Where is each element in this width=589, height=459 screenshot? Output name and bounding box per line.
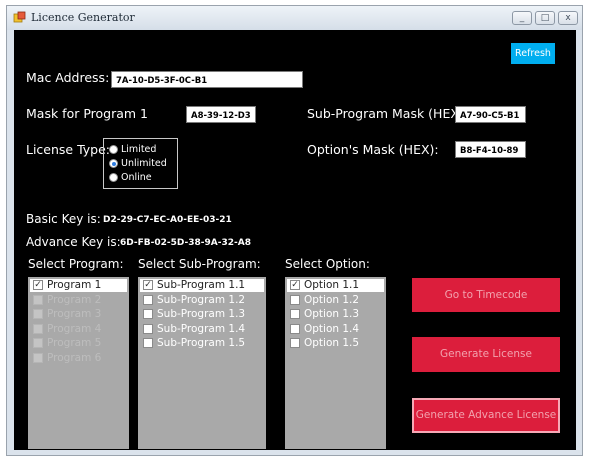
generate-advance-license-button[interactable]: Generate Advance License	[412, 398, 560, 433]
sub-program-list[interactable]: ✓ Sub-Program 1.1 Sub-Program 1.2 Sub-Pr…	[138, 277, 266, 449]
app-icon	[13, 11, 26, 23]
sub-program-mask-field[interactable]: A7-90-C5-B1	[455, 106, 526, 123]
option-item-label: Option 1.4	[304, 323, 360, 335]
sub-program-mask-label: Sub-Program Mask (HEX):	[307, 106, 469, 121]
program-list[interactable]: ✓ Program 1 Program 2 Program 3 Program …	[28, 277, 129, 449]
checkbox	[33, 338, 43, 348]
checkbox[interactable]	[143, 295, 153, 305]
basic-key-label: Basic Key is:	[26, 212, 101, 226]
checkbox-checked[interactable]: ✓	[143, 280, 153, 290]
sub-program-item[interactable]: Sub-Program 1.4	[140, 323, 264, 336]
generate-license-button[interactable]: Generate License	[412, 337, 560, 372]
select-option-label: Select Option:	[285, 257, 370, 271]
options-mask-label: Option's Mask (HEX):	[307, 142, 439, 157]
option-item[interactable]: Option 1.5	[287, 337, 384, 350]
advance-key-value: 6D-FB-02-5D-38-9A-32-A8	[120, 238, 251, 248]
sub-program-item-label: Sub-Program 1.3	[157, 308, 246, 320]
select-sub-program-label: Select Sub-Program:	[138, 257, 261, 271]
options-mask-field[interactable]: B8-F4-10-89	[455, 141, 526, 158]
radio-label: Online	[121, 172, 152, 183]
option-item-label: Option 1.5	[304, 337, 360, 349]
radio-label: Unlimited	[121, 158, 167, 169]
advance-key-label: Advance Key is:	[26, 235, 121, 249]
checkbox	[33, 295, 43, 305]
option-item[interactable]: Option 1.2	[287, 294, 384, 307]
program-item-label: Program 6	[47, 352, 102, 364]
option-item[interactable]: Option 1.4	[287, 323, 384, 336]
checkbox[interactable]	[290, 338, 300, 348]
mask-program-label: Mask for Program 1	[26, 106, 148, 121]
radio-button-selected[interactable]	[109, 159, 118, 168]
sub-program-item[interactable]: ✓ Sub-Program 1.1	[140, 279, 264, 292]
program-item: Program 3	[30, 308, 127, 321]
program-item: Program 5	[30, 337, 127, 350]
checkbox	[33, 353, 43, 363]
option-item-label: Option 1.1	[304, 279, 360, 291]
checkbox-checked[interactable]: ✓	[290, 280, 300, 290]
license-type-radio-group: Limited Unlimited Online	[103, 138, 178, 189]
option-list[interactable]: ✓ Option 1.1 Option 1.2 Option 1.3 Optio…	[285, 277, 386, 449]
mac-address-field[interactable]: 7A-10-D5-3F-0C-B1	[111, 71, 303, 88]
sub-program-item-label: Sub-Program 1.5	[157, 337, 246, 349]
checkbox[interactable]	[290, 295, 300, 305]
program-item: Program 4	[30, 323, 127, 336]
window-title: Licence Generator	[31, 11, 135, 24]
close-button[interactable]: x	[558, 11, 578, 25]
mask-program-field[interactable]: A8-39-12-D3	[186, 106, 256, 123]
checkbox[interactable]	[143, 309, 153, 319]
license-type-label: License Type:	[26, 142, 111, 157]
sub-program-item[interactable]: Sub-Program 1.3	[140, 308, 264, 321]
basic-key-value: D2-29-C7-EC-A0-EE-03-21	[103, 215, 232, 225]
program-item-label: Program 5	[47, 337, 102, 349]
checkbox[interactable]	[143, 338, 153, 348]
sub-program-item-label: Sub-Program 1.2	[157, 294, 246, 306]
refresh-button[interactable]: Refresh	[511, 43, 555, 64]
checkbox[interactable]	[143, 324, 153, 334]
program-item: Program 2	[30, 294, 127, 307]
program-item-label: Program 4	[47, 323, 102, 335]
app-window: Licence Generator _ □ x Refresh Mac Addr…	[6, 5, 583, 456]
option-item-label: Option 1.2	[304, 294, 360, 306]
option-item-label: Option 1.3	[304, 308, 360, 320]
option-item[interactable]: Option 1.3	[287, 308, 384, 321]
program-item-label: Program 3	[47, 308, 102, 320]
program-item-label: Program 2	[47, 294, 102, 306]
checkbox[interactable]	[290, 324, 300, 334]
sub-program-item-label: Sub-Program 1.1	[157, 279, 246, 291]
minimize-button[interactable]: _	[512, 11, 532, 25]
radio-label: Limited	[121, 144, 157, 155]
checkbox	[33, 309, 43, 319]
program-item: Program 6	[30, 352, 127, 365]
program-item-label: Program 1	[47, 279, 102, 291]
main-panel: Refresh Mac Address: 7A-10-D5-3F-0C-B1 M…	[14, 30, 576, 450]
title-bar: Licence Generator _ □ x	[7, 6, 582, 30]
checkbox	[33, 324, 43, 334]
go-to-timecode-button[interactable]: Go to Timecode	[412, 278, 560, 312]
option-item[interactable]: ✓ Option 1.1	[287, 279, 384, 292]
sub-program-item[interactable]: Sub-Program 1.2	[140, 294, 264, 307]
program-item[interactable]: ✓ Program 1	[30, 279, 127, 292]
sub-program-item-label: Sub-Program 1.4	[157, 323, 246, 335]
radio-button[interactable]	[109, 145, 118, 154]
maximize-button[interactable]: □	[535, 11, 555, 25]
sub-program-item[interactable]: Sub-Program 1.5	[140, 337, 264, 350]
checkbox[interactable]	[290, 309, 300, 319]
mac-address-label: Mac Address:	[26, 70, 110, 85]
select-program-label: Select Program:	[28, 257, 124, 271]
radio-button[interactable]	[109, 173, 118, 182]
checkbox-checked[interactable]: ✓	[33, 280, 43, 290]
